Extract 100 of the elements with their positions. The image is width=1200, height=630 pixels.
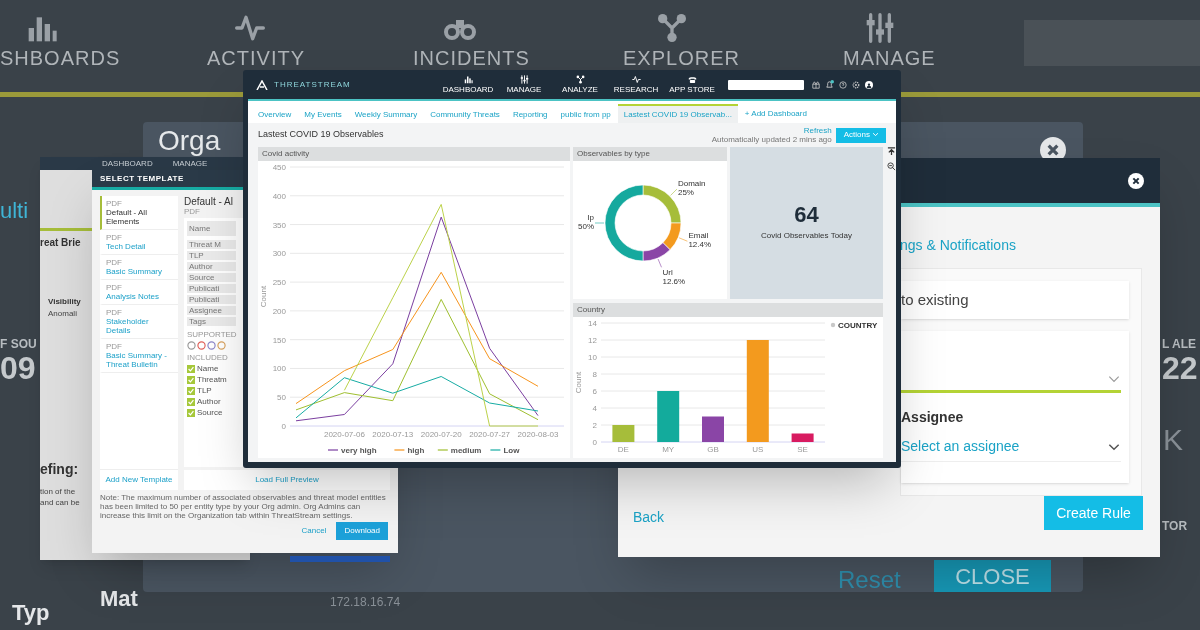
- field-row: Author: [187, 262, 236, 271]
- slice-label: Domain: [677, 179, 706, 189]
- checkbox-label: Source: [197, 408, 223, 417]
- option-text: to existing: [901, 289, 969, 310]
- axis-tick-label: MY: [662, 445, 675, 454]
- axis-tick-label: 250: [272, 278, 286, 288]
- update-status: Automatically updated 2 mins ago: [711, 135, 832, 144]
- field-row: Publicati: [187, 295, 236, 304]
- stat-label: F SOU: [0, 338, 37, 350]
- axis-tick-label: 2020-08-03: [517, 430, 559, 439]
- axis-tick-label: 400: [272, 191, 286, 201]
- axis-tick-label: 4: [592, 404, 597, 413]
- axis-tick-label: 14: [588, 319, 597, 328]
- report-text: tion of the: [40, 488, 76, 496]
- report-text: and can be: [40, 499, 80, 507]
- axis-tick-label: 200: [272, 306, 286, 316]
- axis-tick-label: US: [752, 445, 764, 454]
- report-text: Anomali: [48, 310, 77, 318]
- dialog-title: SELECT TEMPLATE: [100, 172, 184, 185]
- dashboard-title: Lastest COVID 19 Observables: [258, 128, 384, 142]
- checkbox-label: Name: [197, 364, 219, 373]
- legend-label: high: [407, 446, 425, 455]
- axis-tick-label: 2020-07-20: [420, 430, 462, 439]
- axis-tick-label: 2020-07-13: [372, 430, 414, 439]
- axis-tick-label: 10: [588, 353, 597, 362]
- axis-tick-label: 300: [272, 249, 286, 259]
- background-text: K: [1163, 425, 1183, 455]
- axis-tick-label: 450: [272, 163, 286, 172]
- axis-tick-label: 100: [272, 364, 286, 374]
- axis-tick-label: 50: [277, 393, 286, 403]
- template-name: Analysis Notes: [106, 292, 160, 301]
- report-text: efing:: [40, 462, 79, 476]
- field-row: Source: [187, 273, 236, 282]
- template-name: Basic Summary: [106, 267, 163, 276]
- slice-label: Url: [662, 268, 673, 278]
- slice-value: 12.6%: [662, 276, 686, 286]
- stat-label: Covid Observables Today: [761, 230, 852, 242]
- note-text: Note: The maximum number of associated observables and threat model entities has been limited to 50 per entity type by your Org admin. Org Admins can increase this limit on the Organization tab within ThreatStream settings.: [99, 492, 387, 520]
- brand-name: THREATSTREAM: [274, 78, 352, 91]
- section-title: ngs & Notifications: [900, 236, 1017, 255]
- section-label: INCLUDED: [187, 353, 229, 362]
- axis-title: Count: [259, 285, 268, 308]
- slice-label: Email: [688, 231, 709, 241]
- axis-tick-label: DE: [617, 445, 629, 454]
- axis-tick-label: 6: [592, 387, 597, 396]
- axis-tick-label: GB: [707, 445, 719, 454]
- axis-tick-label: 0: [281, 422, 286, 431]
- checkbox-label: Author: [197, 397, 221, 406]
- axis-tick-label: 0: [592, 438, 597, 447]
- slice-value: 25%: [677, 187, 694, 197]
- file-type-label: PDF: [106, 342, 123, 351]
- column-header: Mat: [100, 588, 138, 610]
- legend-label: Low: [503, 446, 521, 455]
- axis-tick-label: 2020-07-27: [469, 430, 511, 439]
- axis-tick-label: 150: [272, 335, 286, 345]
- field-row: Name: [187, 221, 236, 236]
- report-text: reat Brie: [40, 238, 81, 248]
- panel-title: Covid activity: [262, 148, 310, 160]
- field-label: Assignee: [901, 408, 965, 427]
- axis-tick-label: 12: [588, 336, 597, 345]
- slice-value: 12.4%: [688, 239, 712, 249]
- report-text: Visibility: [48, 298, 81, 306]
- stat-value: 22: [1162, 352, 1198, 384]
- file-type-label: PDF: [106, 258, 123, 267]
- file-type-label: PDF: [106, 308, 123, 317]
- field-row: Threat M: [187, 240, 236, 249]
- axis-title: Count: [574, 371, 583, 394]
- slice-value: 50%: [578, 221, 594, 231]
- template-name: Tech Detail: [106, 242, 147, 251]
- axis-tick-label: 2: [592, 421, 597, 430]
- file-type-label: PDF: [106, 199, 123, 208]
- stat-label: TOR: [1162, 520, 1188, 532]
- field-row: Publicati: [187, 284, 236, 293]
- panel-title: Orga: [158, 127, 221, 155]
- column-header: Typ: [12, 602, 50, 624]
- axis-tick-label: SE: [797, 445, 808, 454]
- stat-value: 64: [794, 204, 819, 226]
- file-type-label: PDF: [106, 283, 123, 292]
- slice-label: Ip: [587, 213, 594, 222]
- background-text: 172.18.16.74: [330, 596, 401, 608]
- checkbox-label: Threatm: [197, 375, 227, 384]
- axis-tick-label: 8: [592, 370, 597, 379]
- axis-tick-label: 2020-07-06: [323, 430, 365, 439]
- panel-title: Country: [577, 304, 605, 316]
- axis-tick-label: 350: [272, 220, 286, 230]
- field-row: Tags: [187, 317, 236, 326]
- template-name: Default - All Elements: [106, 208, 148, 226]
- legend-label: very high: [341, 446, 377, 455]
- field-row: TLP: [187, 251, 236, 260]
- panel-title: Observables by type: [577, 148, 650, 160]
- checkbox-label: TLP: [197, 386, 212, 395]
- section-label: SUPPORTED: [187, 330, 238, 339]
- stat-label: L ALE: [1162, 338, 1196, 350]
- preview-title: Default - Al: [184, 196, 233, 207]
- legend-label: medium: [450, 446, 482, 455]
- file-type-label: PDF: [184, 207, 201, 216]
- file-type-label: PDF: [106, 233, 123, 242]
- template-name: Stakeholder Details: [106, 317, 150, 335]
- stat-value: 09: [0, 352, 36, 384]
- template-name: Basic Summary - Threat Bulletin: [106, 351, 168, 369]
